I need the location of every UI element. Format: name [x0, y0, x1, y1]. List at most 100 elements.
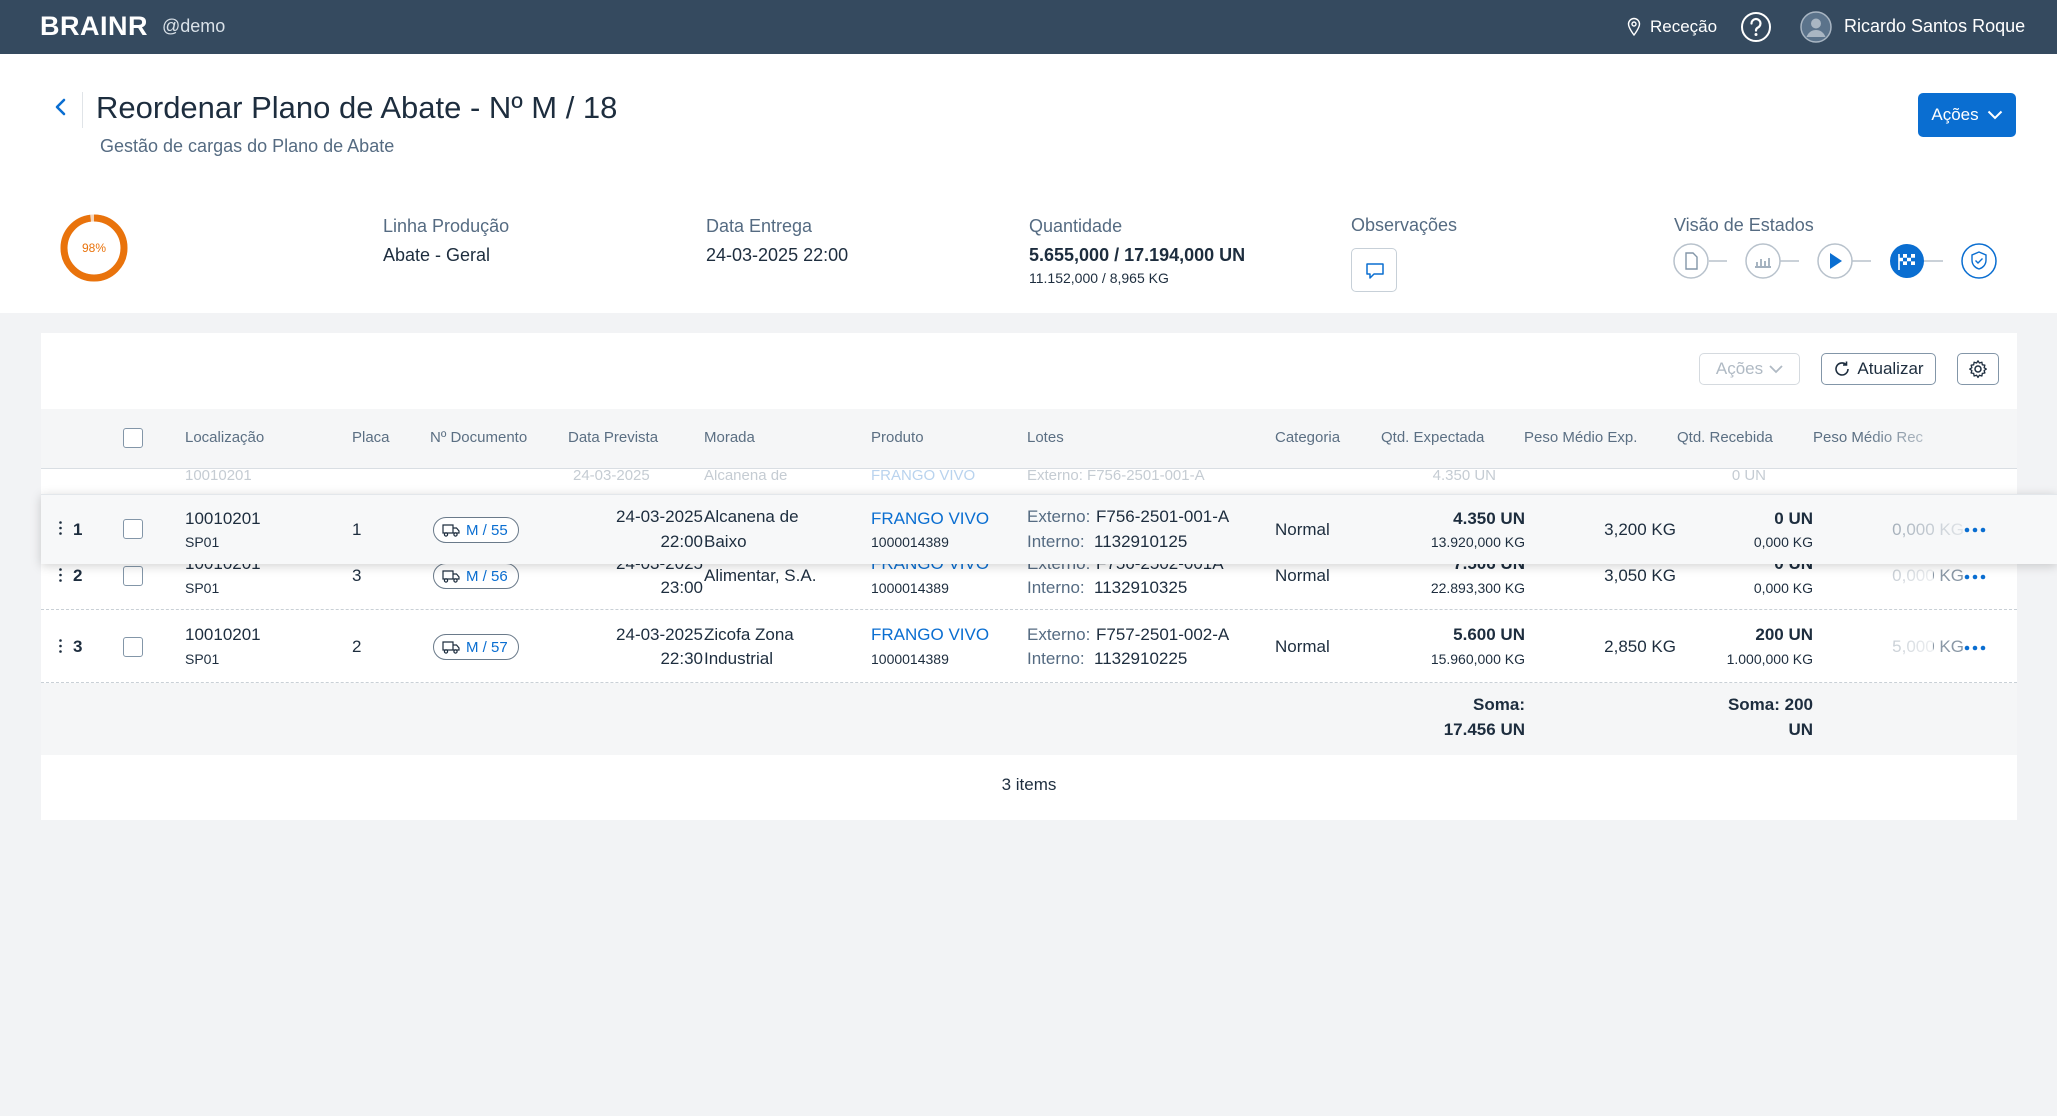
- progress-donut: 98%: [60, 214, 128, 282]
- col-data-prevista[interactable]: Data Prevista: [568, 429, 658, 446]
- row-checkbox[interactable]: [123, 566, 143, 586]
- state-finished-icon[interactable]: [1890, 244, 1924, 278]
- col-localizacao[interactable]: Localização: [185, 429, 264, 446]
- refresh-icon: [1835, 361, 1850, 376]
- state-draft-icon[interactable]: [1673, 243, 1709, 279]
- ghost-externo: Externo: F756-2501-001-A: [1027, 470, 1205, 484]
- row-categoria: Normal: [1275, 520, 1330, 539]
- row-morada-1: Zicofa Zona: [704, 625, 794, 644]
- kpi-quantidade-value: 5.655,000 / 17.194,000 UN: [1029, 245, 1246, 265]
- row-index: 1: [73, 520, 83, 539]
- row-checkbox[interactable]: [123, 637, 143, 657]
- items-count: 3 items: [1001, 775, 1057, 794]
- drag-handle-icon[interactable]: [59, 568, 62, 582]
- row-externo-label: Externo:: [1027, 625, 1091, 644]
- user-name[interactable]: Ricardo Santos Roque: [1844, 16, 2025, 37]
- row-peso-exp: 3,050 KG: [1604, 566, 1676, 585]
- col-morada[interactable]: Morada: [704, 429, 755, 446]
- kpi-linha-value: Abate - Geral: [383, 245, 491, 265]
- row-index: 3: [73, 637, 83, 656]
- user-avatar-icon[interactable]: [1800, 11, 1832, 43]
- actions-menu-button[interactable]: Ações: [1918, 93, 2016, 137]
- row-date: 24-03-2025: [616, 507, 703, 526]
- gear-icon: [1969, 360, 1987, 379]
- title-divider: [82, 92, 83, 128]
- select-all-checkbox[interactable]: [123, 428, 143, 448]
- row-externo: F757-2501-002-A: [1096, 625, 1230, 644]
- refresh-button[interactable]: Atualizar: [1821, 353, 1936, 385]
- ghost-morada: Alcanena de: [704, 470, 788, 484]
- table-row[interactable]: 3 10010201 SP01 2 M / 57 24-03-2025 22:3…: [41, 610, 2017, 683]
- progress-label: 98%: [82, 241, 106, 255]
- col-lotes[interactable]: Lotes: [1027, 429, 1064, 446]
- back-arrow-icon[interactable]: [50, 92, 72, 122]
- row-interno-label: Interno:: [1027, 532, 1085, 551]
- table-settings-button[interactable]: [1957, 353, 1999, 385]
- location-pin-icon[interactable]: [1626, 17, 1642, 37]
- document-number: M / 57: [466, 638, 508, 656]
- document-link[interactable]: M / 57: [433, 634, 519, 660]
- row-loc: 10010201: [185, 509, 261, 528]
- col-placa[interactable]: Placa: [352, 429, 390, 446]
- dragged-table-row[interactable]: 1 10010201 SP01 1 M / 55 24-03-2025 22:0…: [41, 494, 2057, 564]
- drag-handle-icon[interactable]: [59, 521, 62, 535]
- ghost-loc: 10010201: [185, 470, 252, 484]
- row-externo-label: Externo:: [1027, 507, 1091, 526]
- state-started-icon[interactable]: [1817, 243, 1853, 279]
- brand-logo[interactable]: BRAINR: [40, 11, 148, 42]
- summary-row: Soma: 17.456 UN Soma: 200 UN: [41, 683, 2017, 755]
- col-peso-medio-exp[interactable]: Peso Médio Exp.: [1524, 429, 1637, 446]
- observations-button[interactable]: [1351, 248, 1397, 292]
- row-interno: 1132910325: [1094, 578, 1188, 597]
- table-header: Localização Placa Nº Documento Data Prev…: [41, 409, 2017, 469]
- row-morada: Alimentar, S.A.: [704, 566, 817, 585]
- table-actions-label: Ações: [1715, 359, 1764, 378]
- kpi-observacoes-label: Observações: [1351, 215, 1458, 235]
- col-categoria[interactable]: Categoria: [1275, 429, 1340, 446]
- state-closed-icon[interactable]: [1961, 243, 1997, 279]
- row-peso-exp: 3,200 KG: [1604, 520, 1676, 539]
- row-loc-sub: SP01: [185, 651, 220, 667]
- ghost-date: 24-03-2025: [573, 470, 650, 484]
- col-produto[interactable]: Produto: [871, 429, 924, 446]
- row-loc: 10010201: [185, 625, 261, 644]
- row-interno-label: Interno:: [1027, 649, 1085, 668]
- row-interno: 1132910225: [1094, 649, 1188, 668]
- help-icon[interactable]: [1740, 11, 1772, 43]
- row-loc-sub: SP01: [185, 580, 220, 596]
- ghost-qtd: 4.350 UN: [1432, 470, 1496, 484]
- document-number: M / 56: [466, 567, 508, 585]
- state-planned-icon[interactable]: [1745, 243, 1781, 279]
- truck-icon: [442, 524, 460, 537]
- header-fade: [1861, 423, 1971, 453]
- chevron-down-icon: [1987, 110, 2002, 120]
- ghost-produto: FRANGO VIVO: [871, 470, 976, 484]
- row-checkbox[interactable]: [123, 519, 143, 539]
- document-link[interactable]: M / 56: [433, 563, 519, 589]
- col-qtd-expectada[interactable]: Qtd. Expectada: [1381, 429, 1484, 446]
- table-actions-button[interactable]: Ações: [1699, 353, 1800, 385]
- drag-handle-icon[interactable]: [59, 639, 62, 653]
- more-options-icon[interactable]: [1964, 527, 1986, 533]
- kpi-entrega-label: Data Entrega: [706, 216, 813, 236]
- more-options-icon[interactable]: [1964, 574, 1986, 580]
- kpi-linha-label: Linha Produção: [383, 216, 510, 236]
- location-selector[interactable]: Receção: [1650, 17, 1717, 37]
- more-options-icon[interactable]: [1964, 645, 1986, 651]
- state-flow: [1673, 243, 1997, 279]
- kpi-quantidade-label: Quantidade: [1029, 216, 1123, 236]
- kpi-entrega-value: 24-03-2025 22:00: [706, 245, 849, 265]
- row-produto-link[interactable]: FRANGO VIVO: [871, 625, 989, 645]
- row-externo: F756-2501-001-A: [1096, 507, 1230, 526]
- loads-table-card: Ações Atualizar Localização Placa Nº Doc…: [41, 333, 2017, 820]
- row-produto-link[interactable]: FRANGO VIVO: [871, 509, 989, 529]
- document-link[interactable]: M / 55: [433, 517, 519, 543]
- row-morada-1: Alcanena de: [704, 507, 799, 526]
- row-morada-2: Baixo: [704, 532, 747, 551]
- truck-icon: [442, 570, 460, 583]
- col-documento[interactable]: Nº Documento: [430, 429, 527, 446]
- col-qtd-recebida[interactable]: Qtd. Recebida: [1677, 429, 1773, 446]
- kpi-quantidade-kg: 11.152,000 / 8,965 KG: [1029, 270, 1169, 286]
- truck-icon: [442, 641, 460, 654]
- sum-exp-value: 17.456 UN: [1443, 720, 1525, 739]
